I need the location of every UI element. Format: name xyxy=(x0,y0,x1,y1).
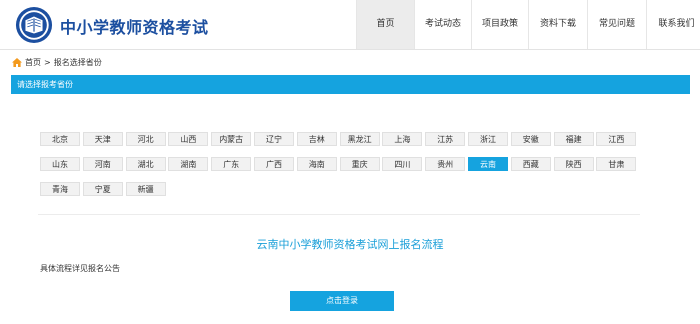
province-10[interactable]: 浙江 xyxy=(468,132,508,146)
home-icon xyxy=(12,58,22,67)
nav-exam-news[interactable]: 考试动态 xyxy=(414,0,471,49)
section-title: 请选择报考省份 xyxy=(17,80,73,89)
province-9[interactable]: 江苏 xyxy=(425,132,466,146)
site-title[interactable]: 中小学教师资格考试 xyxy=(60,14,209,38)
logo-icon xyxy=(15,6,53,44)
province-11[interactable]: 安徽 xyxy=(510,132,551,146)
process-note: 具体流程详见报名公告 xyxy=(40,264,120,273)
breadcrumb-current: 报名选择省份 xyxy=(53,58,102,67)
process-title: 云南中小学教师资格考试网上报名流程 xyxy=(256,238,444,251)
province-17[interactable]: 湖南 xyxy=(168,157,209,171)
nav-policy[interactable]: 项目政策 xyxy=(471,0,528,49)
nav-faq[interactable]: 常见问题 xyxy=(587,0,646,49)
province-16[interactable]: 湖北 xyxy=(125,157,166,171)
province-4[interactable]: 内蒙古 xyxy=(211,132,252,146)
province-19[interactable]: 广西 xyxy=(254,157,294,171)
section-header: 请选择报考省份 xyxy=(11,75,690,94)
province-13[interactable]: 江西 xyxy=(596,132,637,146)
main-nav: 首页 考试动态 项目政策 资料下载 常见问题 联系我们 xyxy=(356,0,700,49)
province-27[interactable]: 甘肃 xyxy=(596,157,637,171)
province-15[interactable]: 河南 xyxy=(82,157,123,171)
breadcrumb-home[interactable]: 首页 xyxy=(25,57,41,68)
province-20[interactable]: 海南 xyxy=(296,157,337,171)
province-1[interactable]: 天津 xyxy=(82,132,123,146)
province-26[interactable]: 陕西 xyxy=(553,157,594,171)
province-24[interactable]: 云南 xyxy=(468,157,508,171)
divider xyxy=(38,214,640,215)
site-header: 中小学教师资格考试 首页 考试动态 项目政策 资料下载 常见问题 联系我们 xyxy=(0,0,700,50)
breadcrumb: 首页 > 报名选择省份 xyxy=(12,57,102,68)
province-22[interactable]: 四川 xyxy=(382,157,423,171)
province-28[interactable]: 青海 xyxy=(40,182,80,196)
province-30[interactable]: 新疆 xyxy=(125,182,166,196)
province-25[interactable]: 西藏 xyxy=(510,157,551,171)
nav-contact[interactable]: 联系我们 xyxy=(646,0,700,49)
province-14[interactable]: 山东 xyxy=(40,157,80,171)
nav-downloads[interactable]: 资料下载 xyxy=(528,0,587,49)
province-5[interactable]: 辽宁 xyxy=(254,132,294,146)
province-23[interactable]: 贵州 xyxy=(425,157,466,171)
province-6[interactable]: 吉林 xyxy=(296,132,337,146)
login-button[interactable]: 点击登录 xyxy=(290,291,394,311)
province-0[interactable]: 北京 xyxy=(40,132,80,146)
province-7[interactable]: 黑龙江 xyxy=(339,132,380,146)
province-18[interactable]: 广东 xyxy=(211,157,252,171)
province-3[interactable]: 山西 xyxy=(168,132,209,146)
province-12[interactable]: 福建 xyxy=(553,132,594,146)
province-21[interactable]: 重庆 xyxy=(339,157,380,171)
nav-home[interactable]: 首页 xyxy=(356,0,414,49)
province-29[interactable]: 宁夏 xyxy=(82,182,123,196)
province-8[interactable]: 上海 xyxy=(382,132,423,146)
breadcrumb-separator: > xyxy=(44,58,51,67)
province-2[interactable]: 河北 xyxy=(125,132,166,146)
